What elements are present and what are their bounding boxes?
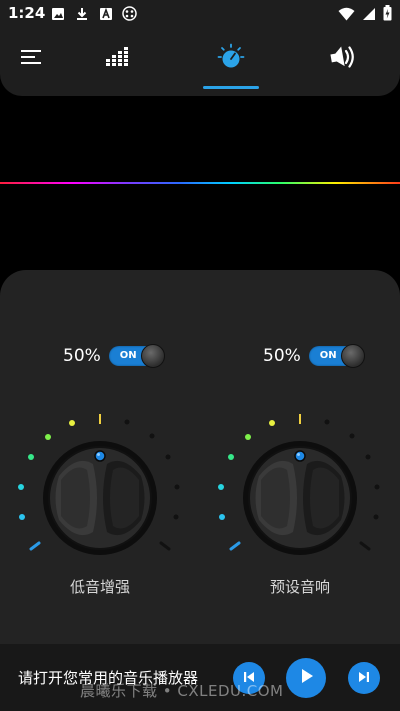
virtualizer-switch-group: 50% ON: [263, 344, 365, 368]
virtualizer-knob[interactable]: [205, 400, 395, 580]
bass-knob-icon: [217, 43, 245, 75]
switch-label: ON: [319, 350, 337, 361]
bass-boost-knob[interactable]: [5, 400, 195, 580]
spectrum-line: [0, 182, 400, 184]
signal-icon: [362, 6, 376, 25]
next-button[interactable]: [348, 662, 380, 694]
active-tab-indicator: [203, 86, 259, 89]
bass-boost-toggle[interactable]: ON: [108, 344, 165, 368]
speaker-volume-icon: [329, 44, 357, 74]
bass-boost-value: 50%: [63, 346, 101, 366]
tab-menu[interactable]: [11, 42, 51, 76]
tab-speaker[interactable]: [323, 42, 363, 76]
status-icons-left: [50, 6, 137, 21]
switch-label: ON: [119, 350, 137, 361]
status-bar: 1:24: [0, 0, 400, 28]
download-icon: [74, 6, 89, 21]
status-time: 1:24: [8, 4, 46, 22]
virtualizer-value: 50%: [263, 346, 301, 366]
switch-thumb: [340, 344, 365, 368]
bass-boost-switch-group: 50% ON: [63, 344, 165, 368]
watermark: 晨曦乐下载 • CXLEDU.COM: [80, 682, 284, 700]
virtualizer-toggle[interactable]: ON: [308, 344, 365, 368]
wifi-icon: [338, 6, 355, 25]
play-button[interactable]: [286, 658, 326, 698]
status-icons-right: [338, 5, 392, 25]
menu-icon: [20, 49, 42, 69]
network-icon: [122, 6, 137, 21]
play-icon: [297, 667, 315, 689]
battery-charging-icon: [383, 5, 392, 25]
tab-equalizer[interactable]: [98, 42, 138, 76]
top-nav: [0, 28, 400, 96]
virtualizer-label: 预设音响: [269, 578, 330, 596]
font-icon: [98, 6, 113, 21]
equalizer-icon: [105, 45, 131, 73]
skip-next-icon: [357, 669, 371, 688]
bass-boost-label: 低音增强: [69, 578, 130, 596]
image-icon: [50, 6, 65, 21]
switch-thumb: [140, 344, 165, 368]
tab-bass-boost[interactable]: [211, 42, 251, 76]
